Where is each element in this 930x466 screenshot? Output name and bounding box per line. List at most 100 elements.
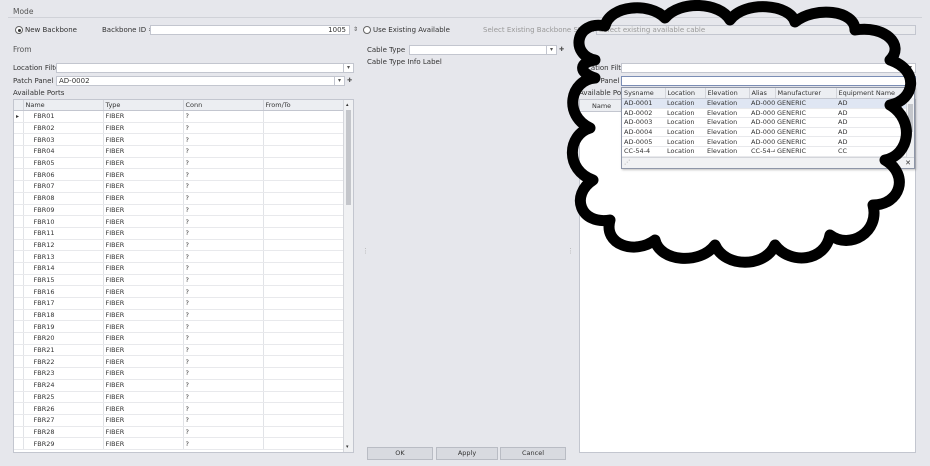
port-from-to-cell[interactable]: [263, 414, 344, 427]
table-row[interactable]: FBR05 FIBER?: [14, 157, 353, 170]
port-conn-cell[interactable]: ?: [183, 426, 264, 439]
port-name-cell[interactable]: FBR21: [23, 344, 104, 357]
port-from-to-cell[interactable]: [263, 262, 344, 275]
new-backbone-radio[interactable]: [15, 26, 23, 34]
port-from-to-cell[interactable]: [263, 402, 344, 415]
port-conn-cell[interactable]: ?: [183, 332, 264, 345]
port-conn-cell[interactable]: ?: [183, 227, 264, 240]
port-name-cell[interactable]: FBR24: [23, 379, 104, 392]
port-type-cell[interactable]: FIBER: [103, 180, 184, 193]
port-from-to-cell[interactable]: [263, 180, 344, 193]
table-row[interactable]: FBR09 FIBER?: [14, 204, 353, 217]
col-header-from-to[interactable]: From/To: [263, 100, 344, 111]
port-from-to-cell[interactable]: [263, 355, 344, 369]
port-from-to-cell[interactable]: [263, 192, 344, 205]
port-conn-cell[interactable]: ?: [183, 320, 264, 334]
port-from-to-cell[interactable]: [263, 157, 344, 170]
port-from-to-cell[interactable]: [263, 168, 344, 182]
col-header-name[interactable]: Name: [23, 100, 104, 111]
apply-button[interactable]: Apply: [436, 447, 498, 460]
from-location-filter-select[interactable]: ▾: [56, 63, 354, 73]
port-type-cell[interactable]: FIBER: [103, 145, 184, 158]
port-type-cell[interactable]: FIBER: [103, 192, 184, 205]
scroll-thumb[interactable]: [346, 110, 351, 205]
port-type-cell[interactable]: FIBER: [103, 379, 184, 392]
port-from-to-cell[interactable]: [263, 227, 344, 240]
chevron-down-icon[interactable]: ▾: [343, 64, 353, 72]
port-name-cell[interactable]: FBR14: [23, 262, 104, 275]
port-conn-cell[interactable]: ?: [183, 379, 264, 392]
port-from-to-cell[interactable]: [263, 332, 344, 345]
port-from-to-cell[interactable]: [263, 239, 344, 252]
port-type-cell[interactable]: FIBER: [103, 355, 184, 369]
port-type-cell[interactable]: FIBER: [103, 215, 184, 228]
port-name-cell[interactable]: FBR12: [23, 239, 104, 252]
port-type-cell[interactable]: FIBER: [103, 437, 184, 450]
port-type-cell[interactable]: FIBER: [103, 250, 184, 263]
table-row[interactable]: FBR21 FIBER?: [14, 344, 353, 357]
port-name-cell[interactable]: FBR19: [23, 320, 104, 334]
port-name-cell[interactable]: FBR01: [23, 110, 104, 123]
scroll-up-icon[interactable]: ▴: [346, 100, 349, 110]
use-existing-radio[interactable]: [363, 26, 371, 34]
table-row[interactable]: FBR06 FIBER?: [14, 168, 353, 182]
port-type-cell[interactable]: FIBER: [103, 402, 184, 415]
port-from-to-cell[interactable]: [263, 110, 344, 123]
table-row[interactable]: FBR25 FIBER?: [14, 391, 353, 404]
table-row[interactable]: ▸ FBR01 FIBER?: [14, 110, 353, 123]
port-type-cell[interactable]: FIBER: [103, 285, 184, 298]
port-conn-cell[interactable]: ?: [183, 239, 264, 252]
table-row[interactable]: FBR03 FIBER?: [14, 133, 353, 147]
backbone-id-input[interactable]: 1005: [150, 25, 350, 35]
col-header-type[interactable]: Type: [103, 100, 184, 111]
port-type-cell[interactable]: FIBER: [103, 227, 184, 240]
port-type-cell[interactable]: FIBER: [103, 309, 184, 322]
port-conn-cell[interactable]: ?: [183, 215, 264, 228]
port-name-cell[interactable]: FBR23: [23, 367, 104, 380]
port-conn-cell[interactable]: ?: [183, 157, 264, 170]
port-name-cell[interactable]: FBR16: [23, 285, 104, 298]
port-name-cell[interactable]: FBR06: [23, 168, 104, 182]
table-row[interactable]: FBR10 FIBER?: [14, 215, 353, 228]
port-type-cell[interactable]: FIBER: [103, 332, 184, 345]
port-conn-cell[interactable]: ?: [183, 367, 264, 380]
port-type-cell[interactable]: FIBER: [103, 426, 184, 439]
port-from-to-cell[interactable]: [263, 145, 344, 158]
table-row[interactable]: FBR12 FIBER?: [14, 239, 353, 252]
port-conn-cell[interactable]: ?: [183, 355, 264, 369]
port-name-cell[interactable]: FBR07: [23, 180, 104, 193]
port-from-to-cell[interactable]: [263, 426, 344, 439]
port-conn-cell[interactable]: ?: [183, 250, 264, 263]
table-row[interactable]: FBR11 FIBER?: [14, 227, 353, 240]
port-name-cell[interactable]: FBR05: [23, 157, 104, 170]
table-row[interactable]: FBR29 FIBER?: [14, 437, 353, 450]
port-type-cell[interactable]: FIBER: [103, 204, 184, 217]
port-name-cell[interactable]: FBR11: [23, 227, 104, 240]
port-conn-cell[interactable]: ?: [183, 297, 264, 310]
port-conn-cell[interactable]: ?: [183, 204, 264, 217]
port-conn-cell[interactable]: ?: [183, 402, 264, 415]
port-name-cell[interactable]: FBR08: [23, 192, 104, 205]
port-name-cell[interactable]: FBR03: [23, 133, 104, 147]
port-conn-cell[interactable]: ?: [183, 122, 264, 135]
port-from-to-cell[interactable]: [263, 344, 344, 357]
ok-button[interactable]: OK: [367, 447, 433, 460]
table-row[interactable]: FBR22 FIBER?: [14, 355, 353, 369]
table-row[interactable]: FBR26 FIBER?: [14, 402, 353, 415]
port-name-cell[interactable]: FBR28: [23, 426, 104, 439]
port-type-cell[interactable]: FIBER: [103, 133, 184, 147]
port-from-to-cell[interactable]: [263, 285, 344, 298]
port-name-cell[interactable]: FBR09: [23, 204, 104, 217]
port-conn-cell[interactable]: ?: [183, 391, 264, 404]
port-conn-cell[interactable]: ?: [183, 168, 264, 182]
port-type-cell[interactable]: FIBER: [103, 274, 184, 287]
port-from-to-cell[interactable]: [263, 391, 344, 404]
pin-icon[interactable]: ✚: [345, 76, 354, 85]
chevron-down-icon[interactable]: ▾: [334, 77, 344, 85]
port-type-cell[interactable]: FIBER: [103, 239, 184, 252]
port-conn-cell[interactable]: ?: [183, 344, 264, 357]
port-from-to-cell[interactable]: [263, 320, 344, 334]
cancel-button[interactable]: Cancel: [500, 447, 566, 460]
port-from-to-cell[interactable]: [263, 297, 344, 310]
port-from-to-cell[interactable]: [263, 204, 344, 217]
